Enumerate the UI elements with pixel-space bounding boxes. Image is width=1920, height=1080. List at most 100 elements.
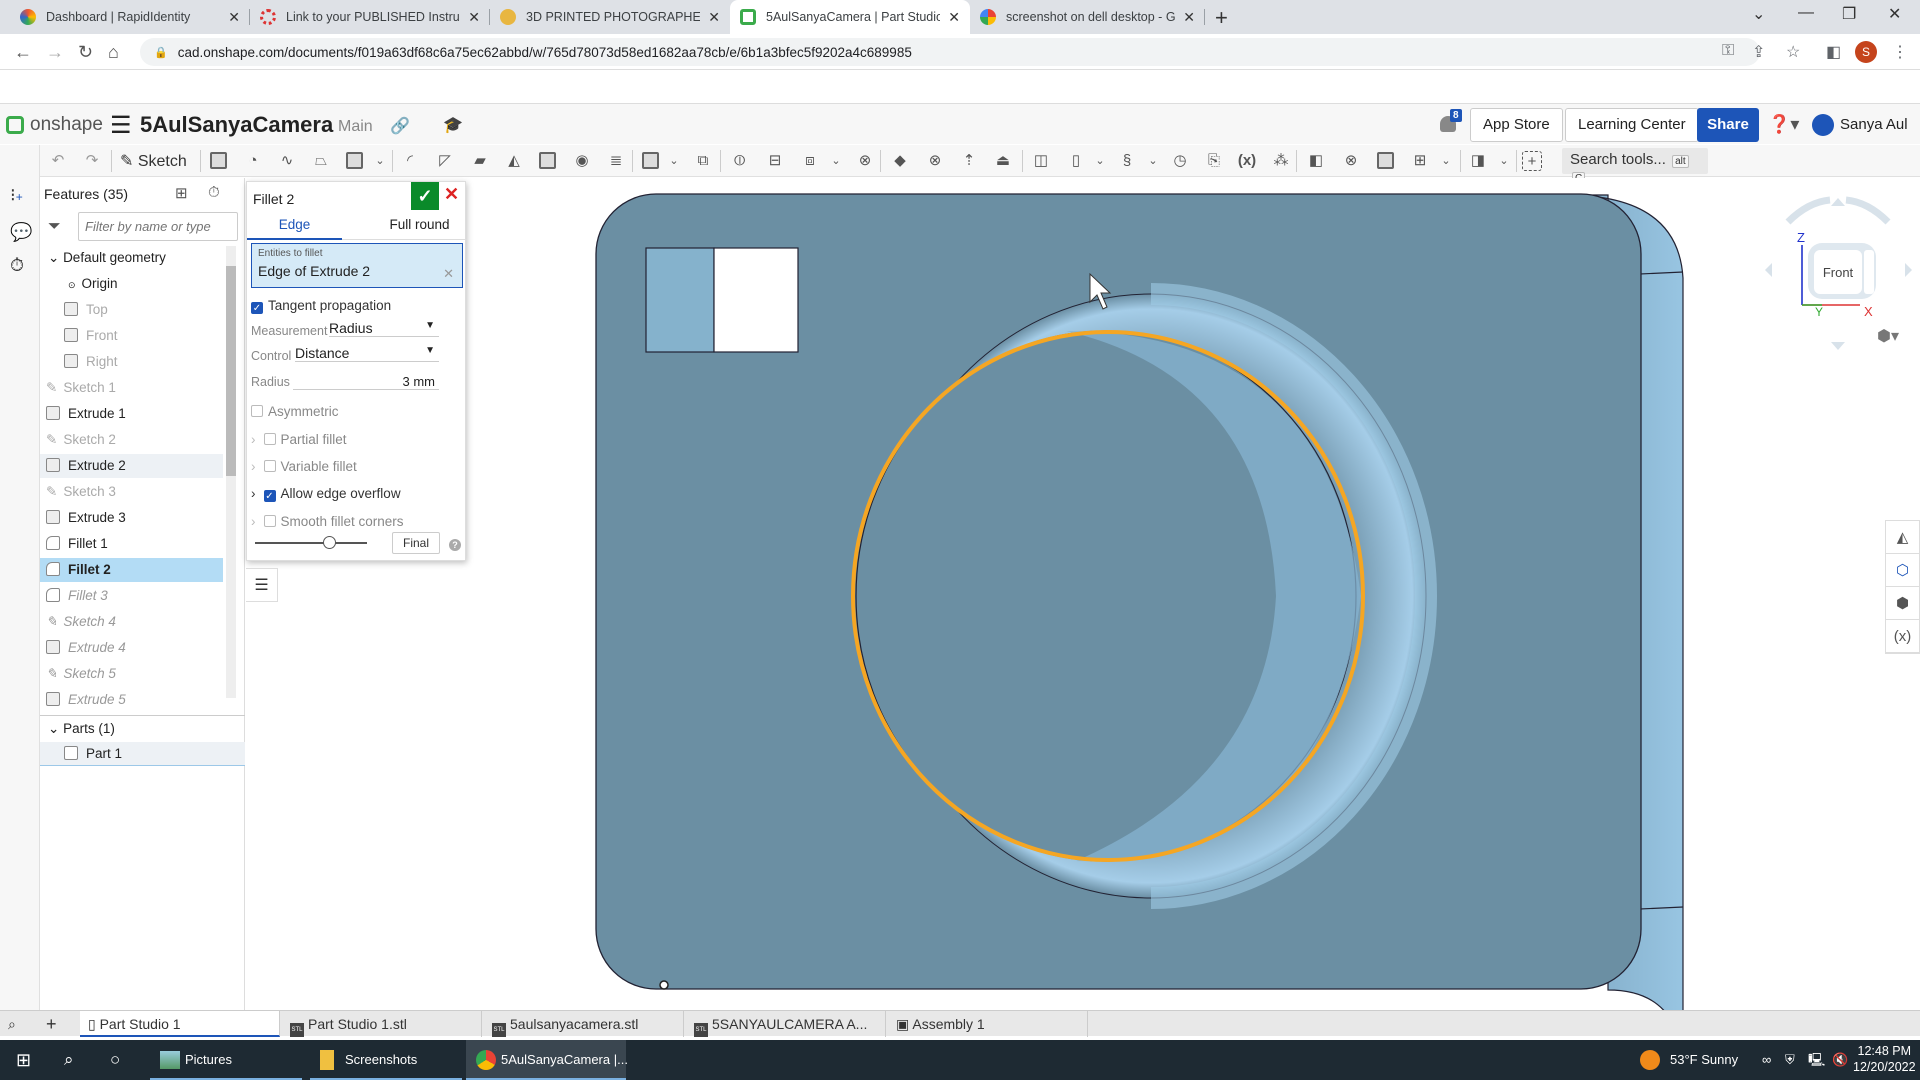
user-avatar-icon[interactable] xyxy=(1812,114,1834,136)
tab-stl[interactable]: STL 5aulsanyacamera.stl xyxy=(484,1011,684,1037)
mirror-icon[interactable]: ⧉ xyxy=(693,151,713,171)
variable-icon[interactable]: (x) xyxy=(1237,151,1257,171)
helix-icon[interactable]: § xyxy=(1117,151,1137,171)
minimize-icon[interactable]: — xyxy=(1798,4,1814,22)
close-tab-icon[interactable]: ✕ xyxy=(708,9,720,26)
radius-input[interactable]: 3 mm xyxy=(293,374,439,390)
section-icon[interactable]: ◨ xyxy=(1468,151,1488,171)
home-icon[interactable]: ⌂ xyxy=(108,42,119,63)
modify-fillet-icon[interactable]: ◆ xyxy=(890,151,910,171)
tree-item-sketch[interactable]: ✎ Sketch 2 xyxy=(40,428,223,452)
rollback-timer-icon[interactable]: ⏱ xyxy=(208,184,220,201)
onshape-logo[interactable]: onshape xyxy=(6,114,103,136)
tree-item-extrude[interactable]: Extrude 3 xyxy=(40,506,223,530)
allow-edge-overflow-checkbox[interactable]: › ✓ Allow edge overflow xyxy=(251,486,401,502)
browser-tab[interactable]: 3D PRINTED PHOTOGRAPHER TR ✕ xyxy=(490,0,730,34)
chevron-down-icon[interactable]: ⌄ xyxy=(370,151,390,171)
view-options-cube-icon[interactable]: ⬢▾ xyxy=(1877,326,1899,346)
chamfer-icon[interactable]: ◸ xyxy=(435,151,455,171)
close-window-icon[interactable]: ✕ xyxy=(1888,4,1901,24)
redo-icon[interactable]: ↷ xyxy=(82,151,102,171)
transform-icon[interactable]: ⧈ xyxy=(800,151,820,171)
forward-icon[interactable]: → xyxy=(46,42,64,63)
add-tab-button[interactable]: + xyxy=(38,1011,76,1037)
tree-item-sketch[interactable]: ✎ Sketch 3 xyxy=(40,480,223,504)
comments-icon[interactable]: 💬 xyxy=(10,222,32,243)
tree-item-origin[interactable]: ⊙ Origin xyxy=(40,272,223,296)
defender-icon[interactable]: ⛨ xyxy=(1785,1040,1795,1080)
variable-fillet-checkbox[interactable]: › Variable fillet xyxy=(251,459,357,474)
loft-icon[interactable]: ⏢ xyxy=(311,151,331,171)
share-button[interactable]: Share xyxy=(1697,108,1759,142)
tab-edge[interactable]: Edge xyxy=(247,217,342,240)
user-menu[interactable]: Sanya Aul xyxy=(1840,116,1908,133)
browser-tab[interactable]: Link to your PUBLISHED Instructa ✕ xyxy=(250,0,490,34)
search-tools-input[interactable]: Search tools... altC xyxy=(1562,148,1708,185)
frame-icon[interactable]: ◧ xyxy=(1306,151,1326,171)
filter-input[interactable] xyxy=(78,212,238,241)
delete-face-icon[interactable]: ⊗ xyxy=(925,151,945,171)
tab-stl[interactable]: STL Part Studio 1.stl xyxy=(282,1011,482,1037)
filter-icon[interactable]: ⏷ xyxy=(48,218,61,236)
tab-full-round[interactable]: Full round xyxy=(372,217,467,232)
boolean-icon[interactable]: ⦶ xyxy=(730,151,750,171)
tree-item-sketch[interactable]: ✎ Sketch 5 xyxy=(40,662,223,686)
pattern-icon[interactable] xyxy=(642,152,659,169)
tree-item-fillet-selected[interactable]: Fillet 2 xyxy=(40,558,223,582)
hamburger-menu-icon[interactable]: ☰ xyxy=(110,111,132,140)
tree-item-fillet[interactable]: Fillet 1 xyxy=(40,532,223,556)
mate-connector-icon[interactable]: ▯ xyxy=(1066,151,1086,171)
final-button[interactable]: Final xyxy=(392,532,440,554)
shell-icon[interactable] xyxy=(539,152,556,169)
tree-item-extrude[interactable]: Extrude 1 xyxy=(40,402,223,426)
weather-sun-icon[interactable] xyxy=(1640,1050,1660,1070)
delete-frame-icon[interactable]: ⊗ xyxy=(1341,151,1361,171)
close-tab-icon[interactable]: ✕ xyxy=(468,9,480,26)
reload-icon[interactable]: ↻ xyxy=(78,42,93,63)
tree-item-sketch[interactable]: ✎ Sketch 1 xyxy=(40,376,223,400)
weather-text[interactable]: 53°F Sunny xyxy=(1670,1040,1738,1080)
key-icon[interactable]: ⚿ xyxy=(1722,42,1734,60)
rib-icon[interactable]: ◭ xyxy=(504,151,524,171)
surface-icon[interactable] xyxy=(1377,152,1394,169)
entities-to-fillet-field[interactable]: Entities to fillet Edge of Extrude 2 ✕ xyxy=(251,243,463,288)
branch-label[interactable]: Main xyxy=(338,118,373,136)
tab-assembly[interactable]: ▣ Assembly 1 xyxy=(888,1011,1088,1037)
add-folder-icon[interactable]: ⊞ xyxy=(175,184,188,202)
browser-tab-active[interactable]: 5AulSanyaCamera | Part Studio 1 ✕ xyxy=(730,0,970,34)
control-dropdown[interactable]: Distance ▼ xyxy=(295,345,439,362)
menu-kebab-icon[interactable]: ⋮ xyxy=(1892,42,1908,62)
clear-selection-icon[interactable]: ✕ xyxy=(443,266,454,282)
bom-icon[interactable]: ⬡ xyxy=(1886,554,1919,587)
tab-manager-icon[interactable]: ⌕ xyxy=(0,1011,38,1037)
tab-part-studio[interactable]: ▯ Part Studio 1 xyxy=(80,1011,280,1037)
tree-item-extrude[interactable]: Extrude 5 xyxy=(40,688,223,712)
graduation-cap-icon[interactable]: 🎓 xyxy=(443,115,463,135)
history-timer-icon[interactable]: ⏱ xyxy=(10,255,24,276)
hole-icon[interactable]: ◉ xyxy=(572,151,592,171)
profile-avatar[interactable]: S xyxy=(1855,41,1877,63)
feature-list-toggle-icon[interactable]: ☰ xyxy=(246,568,278,602)
document-title[interactable]: 5AulSanyaCamera xyxy=(140,112,333,138)
appearance-icon[interactable]: ◭ xyxy=(1886,521,1919,554)
rollback-slider-track[interactable] xyxy=(255,542,367,544)
tree-item-right[interactable]: Right xyxy=(40,350,223,374)
link-icon[interactable]: 🔗 xyxy=(390,116,410,136)
split-icon[interactable]: ⊟ xyxy=(765,151,785,171)
cortana-icon[interactable]: ○ xyxy=(110,1040,120,1080)
delete-part-icon[interactable]: ⊗ xyxy=(855,151,875,171)
tree-item-sketch[interactable]: ✎ Sketch 4 xyxy=(40,610,223,634)
side-panel-icon[interactable]: ◧ xyxy=(1826,42,1841,62)
parts-group[interactable]: ⌄ Parts (1) xyxy=(40,716,223,742)
sketch-button[interactable]: ✎ Sketch xyxy=(120,151,187,171)
tree-item-top[interactable]: Top xyxy=(40,298,223,322)
properties-icon[interactable]: ⬢ xyxy=(1886,587,1919,620)
app-store-button[interactable]: App Store xyxy=(1470,108,1563,142)
close-tab-icon[interactable]: ✕ xyxy=(1183,9,1195,26)
tab-search-icon[interactable]: ⌄ xyxy=(1752,4,1765,24)
help-icon[interactable]: ❓▾ xyxy=(1768,114,1799,135)
bookmark-star-icon[interactable]: ☆ xyxy=(1786,42,1800,62)
revolve-icon[interactable]: ◔ xyxy=(243,151,263,171)
fillet-icon[interactable]: ◜ xyxy=(400,151,420,171)
chevron-down-icon[interactable]: ⌄ xyxy=(1436,151,1456,171)
